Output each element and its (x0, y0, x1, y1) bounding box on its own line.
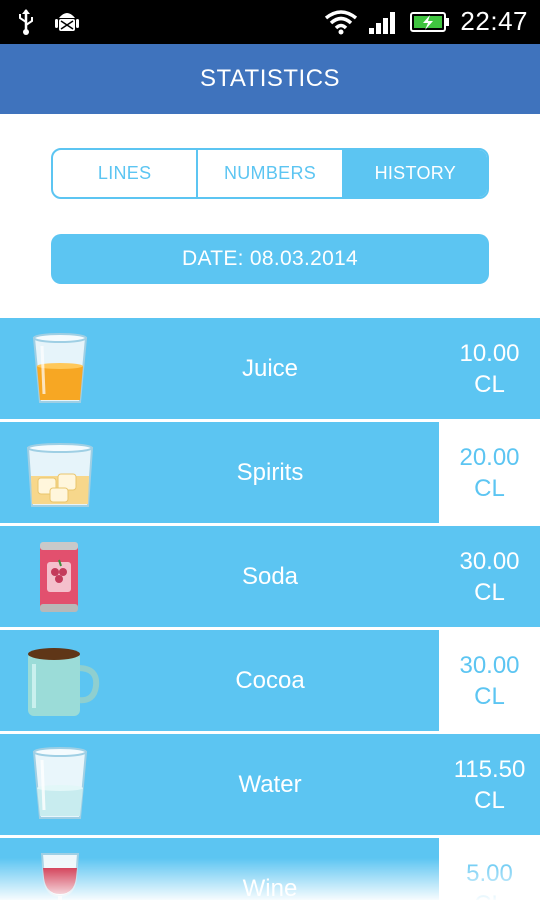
drink-amount: 10.00 CL (439, 318, 540, 419)
list-item[interactable]: Juice 10.00 CL (0, 318, 540, 419)
view-tabs: LINES NUMBERS HISTORY (51, 148, 489, 199)
drink-name: Juice (241, 354, 299, 382)
list-item[interactable]: Cocoa 30.00 CL (0, 630, 540, 731)
drink-name: Wine (242, 874, 298, 900)
android-debug-icon (55, 13, 79, 31)
tab-lines[interactable]: LINES (53, 150, 196, 197)
juice-glass-icon (32, 333, 88, 403)
drink-name: Soda (241, 562, 299, 590)
tab-history[interactable]: HISTORY (341, 150, 487, 197)
battery-charging-icon (410, 11, 450, 32)
signal-icon (369, 11, 396, 34)
amount-value: 5.00 (466, 859, 513, 887)
drink-amount: 20.00 CL (439, 422, 540, 523)
drink-amount: 30.00 CL (439, 526, 540, 627)
status-bar: 22:47 (0, 0, 540, 44)
tab-numbers[interactable]: NUMBERS (196, 150, 341, 197)
amount-value: 10.00 (459, 339, 520, 367)
wine-glass-icon (40, 853, 80, 900)
amount-unit: CL (474, 889, 505, 900)
title-bar: STATISTICS (0, 44, 540, 114)
list-item[interactable]: Soda 30.00 CL (0, 526, 540, 627)
water-glass-icon (32, 747, 88, 819)
amount-unit: CL (474, 682, 505, 710)
amount-unit: CL (474, 786, 505, 814)
drink-amount: 5.00 CL (439, 838, 540, 900)
amount-value: 30.00 (459, 547, 520, 575)
wifi-icon (325, 9, 358, 34)
drink-amount: 30.00 CL (439, 630, 540, 731)
drink-name: Cocoa (235, 666, 305, 694)
list-item[interactable]: Water 115.50 CL (0, 734, 540, 835)
amount-unit: CL (474, 578, 505, 606)
page-title: STATISTICS (199, 65, 341, 92)
cocoa-mug-icon (28, 648, 100, 716)
drink-name: Spirits (236, 458, 304, 486)
usb-icon (19, 9, 33, 35)
amount-value: 30.00 (459, 651, 520, 679)
amount-unit: CL (474, 474, 505, 502)
amount-unit: CL (474, 370, 505, 398)
amount-value: 115.50 (453, 755, 526, 783)
list-item[interactable]: Spirits 20.00 CL (0, 422, 540, 523)
list-item[interactable]: Wine 5.00 CL (0, 838, 540, 900)
date-button[interactable]: DATE: 08.03.2014 (51, 234, 489, 284)
spirits-glass-icon (26, 443, 94, 507)
soda-can-icon (40, 542, 78, 612)
amount-value: 20.00 (459, 443, 520, 471)
drink-name: Water (238, 770, 302, 798)
drink-amount: 115.50 CL (439, 734, 540, 835)
clock: 22:47 (460, 6, 528, 36)
history-list: Juice 10.00 CL Spirits 20.00 CL Soda 30.… (0, 318, 540, 900)
